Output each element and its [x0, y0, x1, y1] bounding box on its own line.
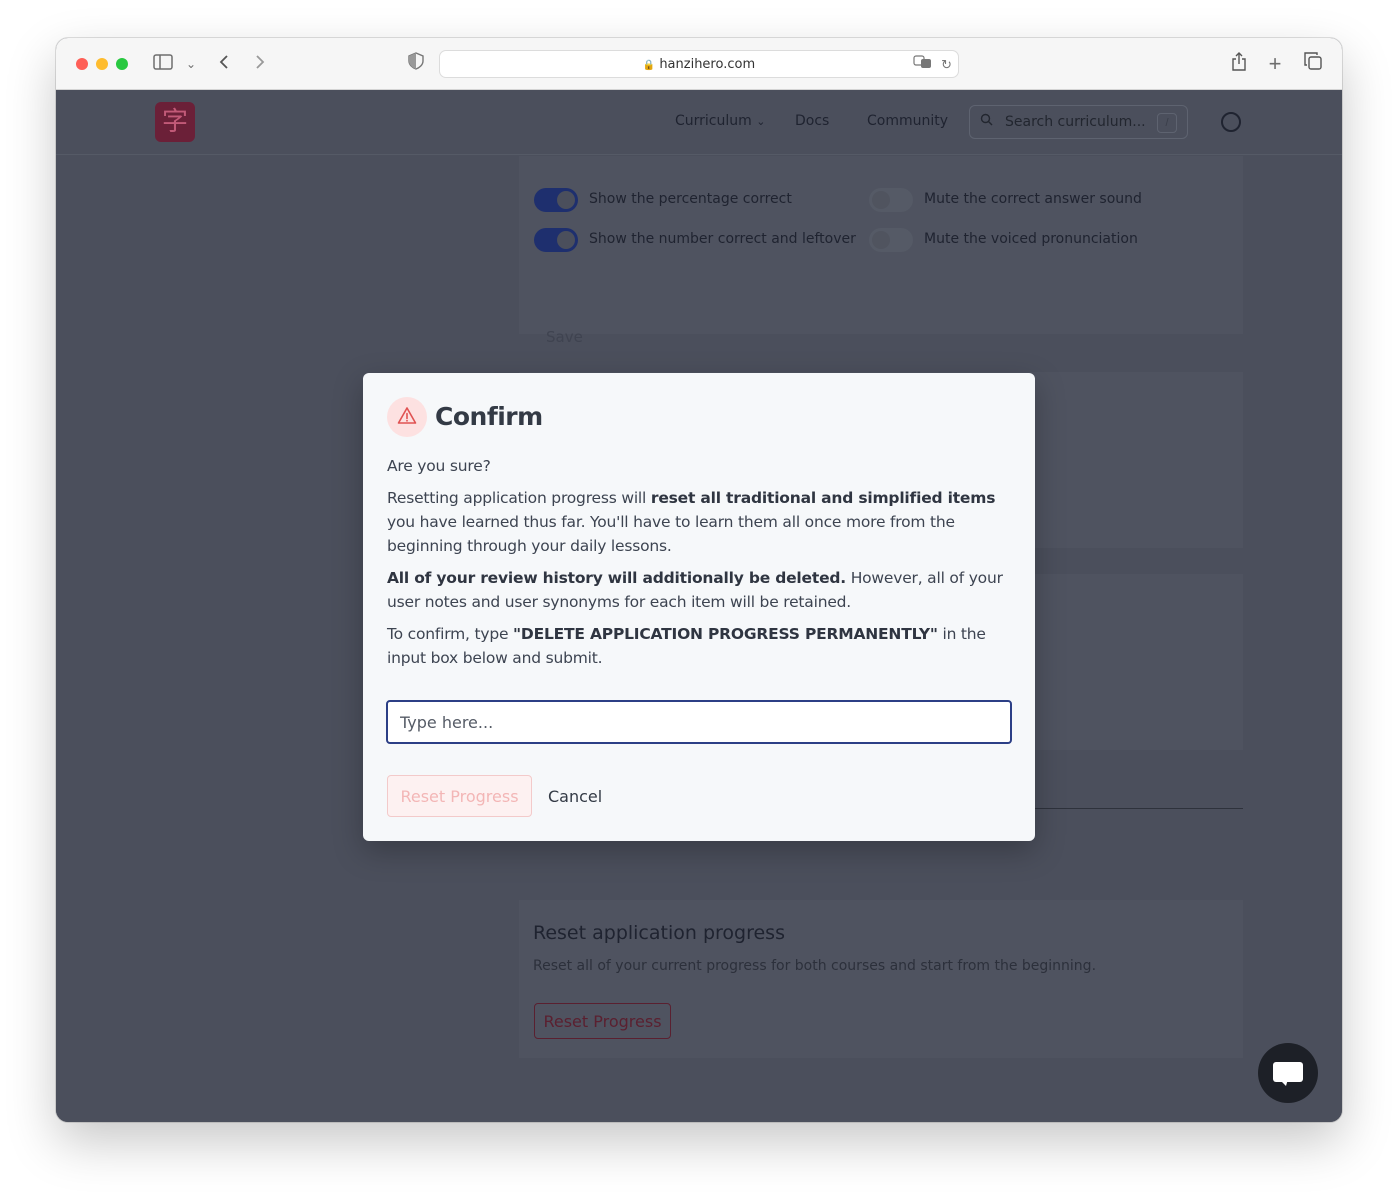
- nav-curriculum[interactable]: Curriculum ⌄: [675, 113, 765, 129]
- dialog-cancel-button[interactable]: Cancel: [548, 775, 602, 817]
- sidebar-toggle-icon[interactable]: [152, 52, 174, 76]
- site-navbar: 字 Curriculum ⌄ Docs Community Search cur…: [56, 90, 1342, 155]
- reset-section-description: Reset all of your current progress for b…: [533, 958, 1097, 974]
- browser-window: ⌄ 🔒 hanzihero.com ↻ + 字 Curriculum ⌄ Doc…: [56, 38, 1342, 1122]
- new-tab-icon[interactable]: +: [1265, 52, 1285, 76]
- nav-docs[interactable]: Docs: [795, 113, 829, 129]
- search-box[interactable]: Search curriculum... /: [969, 105, 1188, 139]
- confirm-text-input[interactable]: [386, 700, 1012, 744]
- back-icon[interactable]: [216, 52, 232, 76]
- option-label: Mute the correct answer sound: [924, 191, 1142, 207]
- privacy-shield-icon[interactable]: [406, 52, 426, 76]
- warning-icon: [387, 397, 427, 437]
- chat-launcher-button[interactable]: [1258, 1043, 1318, 1103]
- dialog-title: Confirm: [435, 402, 543, 431]
- dialog-paragraph-2: All of your review history will addition…: [387, 569, 1003, 611]
- lock-icon: 🔒: [642, 60, 656, 71]
- reset-progress-button[interactable]: Reset Progress: [534, 1003, 671, 1039]
- dialog-reset-progress-button[interactable]: Reset Progress: [387, 775, 532, 817]
- search-shortcut-key: /: [1157, 113, 1177, 133]
- section-divider: [1029, 808, 1243, 809]
- reload-icon[interactable]: ↻: [941, 57, 952, 72]
- dialog-paragraph-1: Resetting application progress will rese…: [387, 489, 996, 555]
- option-label: Show the percentage correct: [589, 191, 792, 207]
- option-label: Mute the voiced pronunciation: [924, 231, 1138, 247]
- translate-icon[interactable]: [913, 55, 937, 72]
- tabs-overview-icon[interactable]: [1303, 52, 1323, 76]
- dialog-paragraph-3: To confirm, type "DELETE APPLICATION PRO…: [387, 625, 986, 667]
- chevron-down-icon: ⌄: [756, 115, 766, 128]
- toggle-mute-pronunciation[interactable]: [869, 228, 913, 252]
- confirm-dialog: Confirm Are you sure? Resetting applicat…: [363, 373, 1035, 841]
- chevron-down-icon[interactable]: ⌄: [184, 52, 198, 76]
- toggle-show-percentage[interactable]: [534, 188, 578, 212]
- close-window-button[interactable]: [76, 58, 88, 70]
- search-placeholder: Search curriculum...: [1005, 114, 1146, 130]
- address-bar[interactable]: 🔒 hanzihero.com ↻: [439, 50, 959, 78]
- chat-icon: [1273, 1062, 1303, 1082]
- browser-toolbar: ⌄ 🔒 hanzihero.com ↻ +: [56, 38, 1342, 90]
- site-logo[interactable]: 字: [155, 102, 195, 142]
- save-button[interactable]: Save: [546, 328, 583, 346]
- search-icon: [980, 113, 993, 129]
- nav-community[interactable]: Community: [867, 113, 948, 129]
- url-text: hanzihero.com: [659, 57, 756, 72]
- minimize-window-button[interactable]: [96, 58, 108, 70]
- fullscreen-window-button[interactable]: [116, 58, 128, 70]
- page-background: 字 Curriculum ⌄ Docs Community Search cur…: [56, 90, 1342, 1122]
- toggle-show-number[interactable]: [534, 228, 578, 252]
- share-icon[interactable]: [1229, 52, 1249, 76]
- user-account-icon[interactable]: [1221, 112, 1241, 132]
- reset-section-title: Reset application progress: [533, 922, 785, 944]
- option-label: Show the number correct and leftover: [589, 231, 856, 247]
- dialog-question: Are you sure?: [387, 457, 491, 475]
- forward-icon[interactable]: [252, 52, 268, 76]
- toggle-mute-correct-sound[interactable]: [869, 188, 913, 212]
